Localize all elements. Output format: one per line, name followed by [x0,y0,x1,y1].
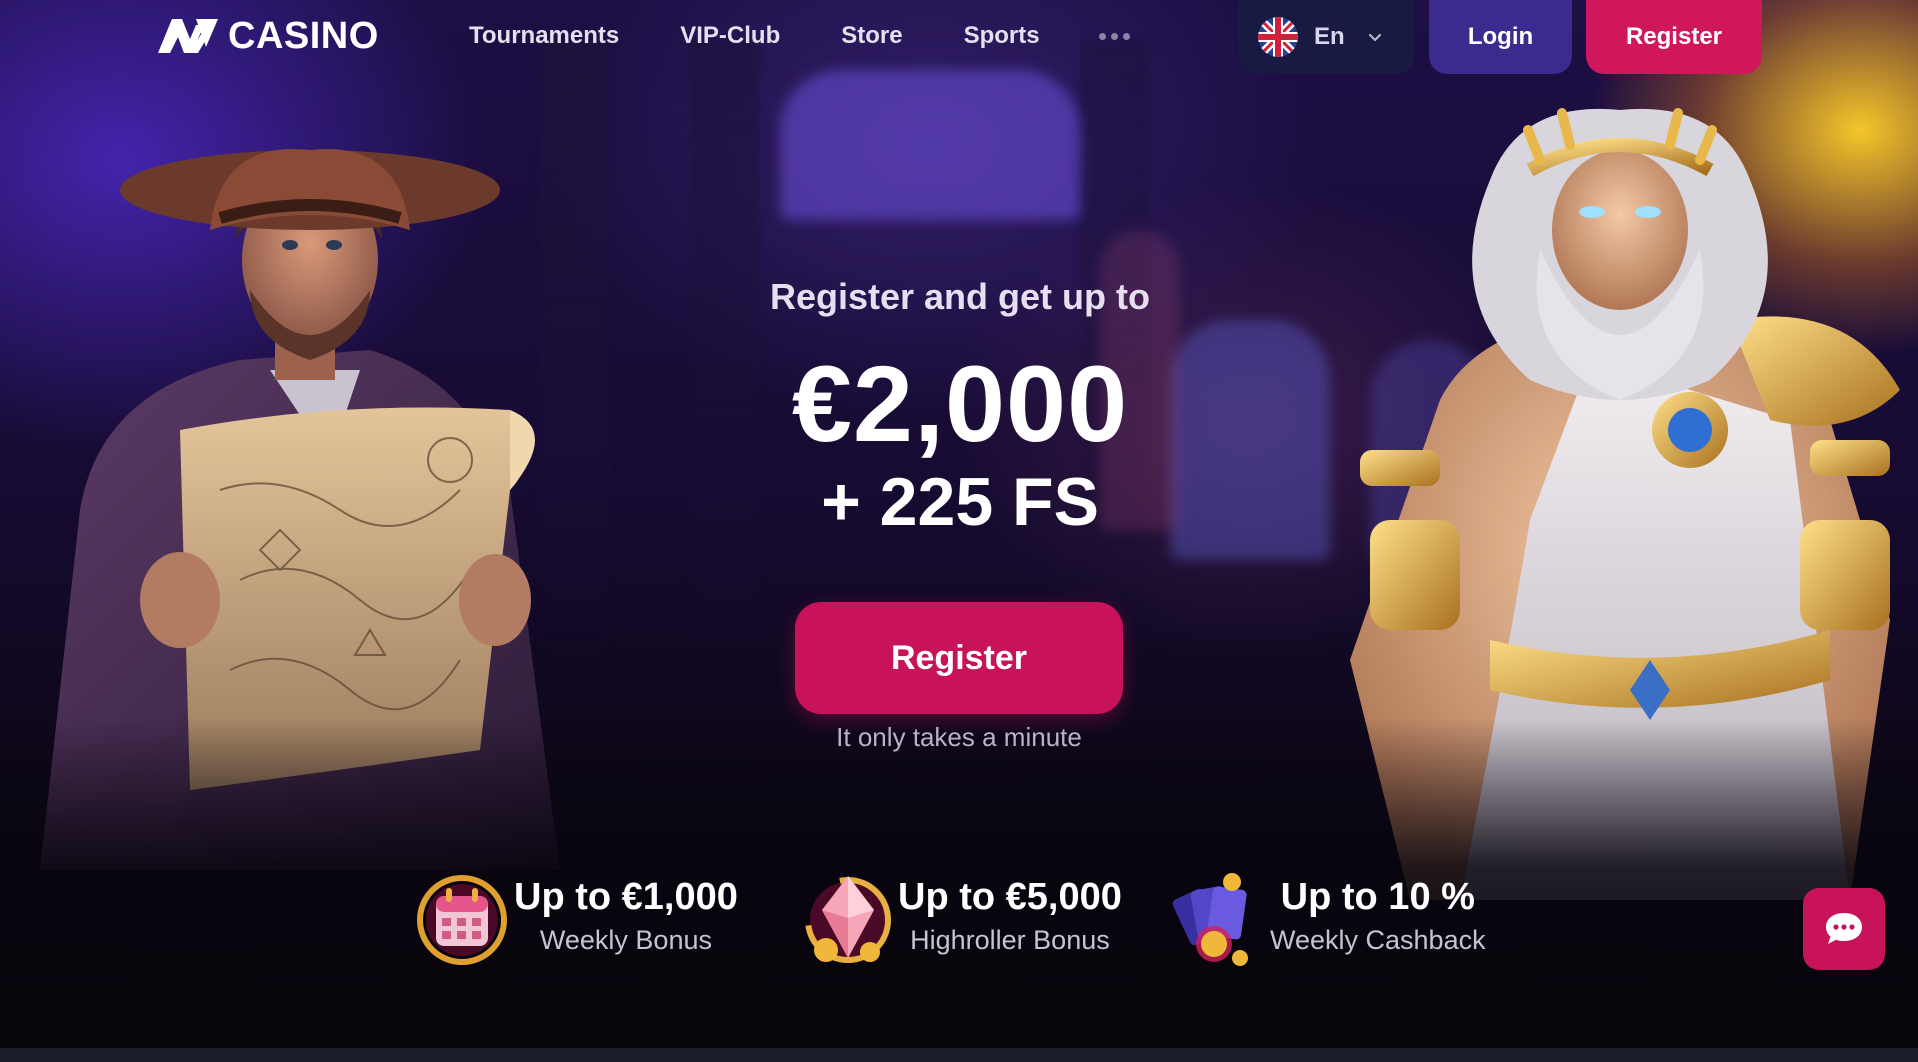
uk-flag-icon [1258,17,1298,57]
promo-weekly-bonus[interactable]: Up to €1,000 Weekly Bonus [414,862,738,972]
promo-title: Up to €1,000 [514,876,738,918]
chat-bubble-icon [1826,913,1862,944]
hero-bonus-amount: €2,000 [791,343,1129,464]
cards-coin-icon [1172,873,1248,966]
logo-text: CASINO [228,15,379,57]
promo-subtitle: Highroller Bonus [910,925,1110,955]
promo-highroller-bonus[interactable]: Up to €5,000 Highroller Bonus [798,862,1122,972]
chat-button[interactable] [1803,888,1885,970]
promo-title: Up to €5,000 [898,876,1122,918]
more-dots-icon[interactable] [1098,18,1130,54]
chevron-down-icon [1368,33,1381,42]
language-selector[interactable]: En [1238,0,1414,74]
top-header: CASINO Tournaments VIP-Club Store Sports… [0,0,1918,76]
bottom-bar [0,1048,1918,1062]
promo-title: Up to 10 % [1280,876,1475,918]
promo-strip: Up to €1,000 Weekly Bonus Up to €5,000 H… [0,862,1918,972]
register-button-header[interactable]: Register [1586,0,1762,74]
hero-subtitle: Register and get up to [769,276,1151,317]
nav-tournaments[interactable]: Tournaments [469,18,619,54]
bg-screen [780,70,1080,220]
hero-note: It only takes a minute [836,722,1082,752]
promo-subtitle: Weekly Bonus [539,925,712,955]
register-button-hero[interactable]: Register [795,602,1123,714]
promo-weekly-cashback[interactable]: Up to 10 % Weekly Cashback [1170,862,1486,972]
language-label: En [1314,23,1345,50]
promo-subtitle: Weekly Cashback [1270,925,1486,955]
main-nav: Tournaments VIP-Club Store Sports [469,18,1130,54]
nav-vip-club[interactable]: VIP-Club [680,18,780,54]
site-logo[interactable]: CASINO [156,16,379,56]
hero-free-spins: + 225 FS [821,464,1099,540]
login-button[interactable]: Login [1429,0,1572,74]
hero-offer: Register and get up to €2,000 + 225 FS [700,270,1220,542]
nav-store[interactable]: Store [841,18,902,54]
av-logo-icon [158,19,218,53]
calendar-icon [417,875,507,965]
nav-sports[interactable]: Sports [964,18,1040,54]
crystal-icon [805,876,891,963]
